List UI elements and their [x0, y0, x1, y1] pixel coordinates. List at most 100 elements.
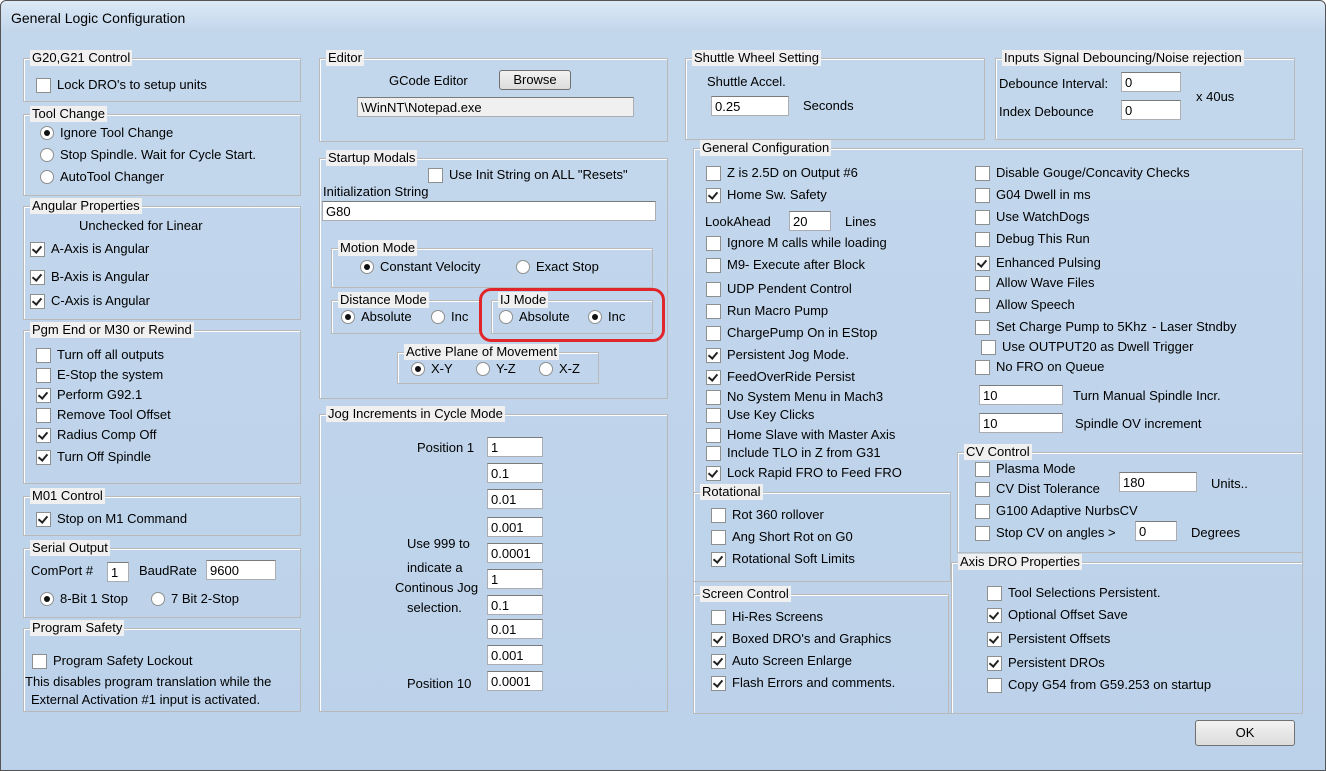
checkbox-indicator[interactable] [706, 303, 721, 319]
checkbox-turn-off-all-outputs[interactable]: Turn off all outputs [36, 347, 164, 363]
radio-indicator[interactable] [431, 310, 445, 324]
radio-inc[interactable]: Inc [431, 309, 468, 325]
checkbox-stop-cv-on-angles[interactable]: Stop CV on angles > [975, 525, 1116, 541]
checkbox-indicator[interactable] [981, 339, 996, 355]
checkbox-lock-dro-s-to-setup-units[interactable]: Lock DRO's to setup units [36, 77, 207, 93]
checkbox-tool-selections-persistent[interactable]: Tool Selections Persistent. [987, 585, 1160, 601]
checkbox-indicator[interactable] [706, 281, 721, 297]
checkbox-home-slave-with-master-axis[interactable]: Home Slave with Master Axis [706, 427, 895, 443]
jog-increment-input-10[interactable]: 0.0001 [487, 671, 543, 691]
checkbox-plasma-mode[interactable]: Plasma Mode [975, 461, 1075, 477]
checkbox-ignore-m-calls-while-loading[interactable]: Ignore M calls while loading [706, 235, 887, 251]
checkbox-persistent-jog-mode[interactable]: Persistent Jog Mode. [706, 347, 849, 363]
checkbox-indicator[interactable] [706, 347, 721, 363]
checkbox-indicator[interactable] [711, 631, 726, 647]
browse-button[interactable]: Browse [499, 70, 571, 90]
spindle-ov-input[interactable]: 10 [979, 413, 1063, 433]
checkbox-set-charge-pump-to-5khz[interactable]: Set Charge Pump to 5Khz [975, 319, 1147, 335]
radio-autotool-changer[interactable]: AutoTool Changer [40, 169, 164, 185]
checkbox-indicator[interactable] [975, 525, 990, 541]
jog-increment-input-1[interactable]: 1 [487, 437, 543, 457]
radio-indicator[interactable] [151, 592, 165, 606]
checkbox-turn-off-spindle[interactable]: Turn Off Spindle [36, 449, 151, 465]
checkbox-indicator[interactable] [711, 675, 726, 691]
checkbox-boxed-dro-s-and-graphics[interactable]: Boxed DRO's and Graphics [711, 631, 891, 647]
jog-increment-input-6[interactable]: 1 [487, 569, 543, 589]
checkbox-enhanced-pulsing[interactable]: Enhanced Pulsing [975, 255, 1101, 271]
checkbox-persistent-dros[interactable]: Persistent DROs [987, 655, 1105, 671]
checkbox-auto-screen-enlarge[interactable]: Auto Screen Enlarge [711, 653, 852, 669]
checkbox-indicator[interactable] [975, 231, 990, 247]
radio-indicator[interactable] [411, 362, 425, 376]
jog-increment-input-8[interactable]: 0.01 [487, 619, 543, 639]
checkbox-c-axis-is-angular[interactable]: C-Axis is Angular [30, 293, 150, 309]
checkbox-indicator[interactable] [975, 481, 990, 497]
checkbox-feedoverride-persist[interactable]: FeedOverRide Persist [706, 369, 855, 385]
checkbox-radius-comp-off[interactable]: Radius Comp Off [36, 427, 156, 443]
checkbox-indicator[interactable] [975, 461, 990, 477]
shuttle-accel-input[interactable]: 0.25 [711, 96, 789, 116]
checkbox-indicator[interactable] [706, 445, 721, 461]
checkbox-home-sw-safety[interactable]: Home Sw. Safety [706, 187, 827, 203]
checkbox-indicator[interactable] [706, 369, 721, 385]
checkbox-indicator[interactable] [975, 503, 990, 519]
checkbox-indicator[interactable] [706, 465, 721, 481]
checkbox-use-watchdogs[interactable]: Use WatchDogs [975, 209, 1089, 225]
checkbox-indicator[interactable] [706, 325, 721, 341]
checkbox-indicator[interactable] [706, 389, 721, 405]
jog-increment-input-4[interactable]: 0.001 [487, 517, 543, 537]
checkbox-indicator[interactable] [36, 387, 51, 403]
checkbox-indicator[interactable] [711, 653, 726, 669]
checkbox-disable-gouge-concavity-checks[interactable]: Disable Gouge/Concavity Checks [975, 165, 1190, 181]
checkbox-indicator[interactable] [975, 275, 990, 291]
checkbox-indicator[interactable] [30, 241, 45, 257]
checkbox-use-key-clicks[interactable]: Use Key Clicks [706, 407, 814, 423]
init-string-input[interactable]: G80 [322, 201, 656, 221]
radio-indicator[interactable] [341, 310, 355, 324]
checkbox-indicator[interactable] [975, 255, 990, 271]
checkbox-indicator[interactable] [975, 187, 990, 203]
cv-angle-input[interactable]: 0 [1135, 521, 1177, 541]
checkbox-indicator[interactable] [36, 449, 51, 465]
jog-increment-input-7[interactable]: 0.1 [487, 595, 543, 615]
radio-8-bit-1-stop[interactable]: 8-Bit 1 Stop [40, 591, 128, 607]
checkbox-b-axis-is-angular[interactable]: B-Axis is Angular [30, 269, 149, 285]
radio-x-y[interactable]: X-Y [411, 361, 453, 377]
checkbox-no-fro-on-queue[interactable]: No FRO on Queue [975, 359, 1104, 375]
checkbox-flash-errors-and-comments[interactable]: Flash Errors and comments. [711, 675, 895, 691]
checkbox-remove-tool-offset[interactable]: Remove Tool Offset [36, 407, 171, 423]
checkbox-indicator[interactable] [706, 187, 721, 203]
spindle-incr-input[interactable]: 10 [979, 385, 1063, 405]
checkbox-indicator[interactable] [975, 209, 990, 225]
checkbox-no-system-menu-in-mach3[interactable]: No System Menu in Mach3 [706, 389, 883, 405]
checkbox-perform-g92-1[interactable]: Perform G92.1 [36, 387, 142, 403]
checkbox-e-stop-the-system[interactable]: E-Stop the system [36, 367, 163, 383]
jog-increment-input-3[interactable]: 0.01 [487, 489, 543, 509]
cv-tolerance-input[interactable]: 180 [1119, 472, 1197, 492]
radio-stop-spindle-wait-for-cycle-start[interactable]: Stop Spindle. Wait for Cycle Start. [40, 147, 256, 163]
radio-indicator[interactable] [40, 170, 54, 184]
checkbox-indicator[interactable] [36, 367, 51, 383]
checkbox-g04-dwell-in-ms[interactable]: G04 Dwell in ms [975, 187, 1091, 203]
checkbox-chargepump-on-in-estop[interactable]: ChargePump On in EStop [706, 325, 877, 341]
checkbox-allow-speech[interactable]: Allow Speech [975, 297, 1075, 313]
checkbox-cv-dist-tolerance[interactable]: CV Dist Tolerance [975, 481, 1100, 497]
radio-7-bit-2-stop[interactable]: 7 Bit 2-Stop [151, 591, 239, 607]
checkbox-a-axis-is-angular[interactable]: A-Axis is Angular [30, 241, 149, 257]
editor-path-field[interactable]: \WinNT\Notepad.exe [357, 97, 634, 117]
checkbox-persistent-offsets[interactable]: Persistent Offsets [987, 631, 1110, 647]
checkbox-rotational-soft-limits[interactable]: Rotational Soft Limits [711, 551, 855, 567]
checkbox-use-init-string-on-all-resets[interactable]: Use Init String on ALL "Resets" [428, 167, 628, 183]
checkbox-include-tlo-in-z-from-g31[interactable]: Include TLO in Z from G31 [706, 445, 881, 461]
checkbox-indicator[interactable] [706, 257, 721, 273]
checkbox-indicator[interactable] [711, 551, 726, 567]
radio-indicator[interactable] [539, 362, 553, 376]
checkbox-indicator[interactable] [706, 407, 721, 423]
lookahead-input[interactable]: 20 [789, 211, 831, 231]
radio-indicator[interactable] [40, 126, 54, 140]
checkbox-indicator[interactable] [987, 631, 1002, 647]
checkbox-indicator[interactable] [30, 269, 45, 285]
jog-increment-input-2[interactable]: 0.1 [487, 463, 543, 483]
checkbox-lock-rapid-fro-to-feed-fro[interactable]: Lock Rapid FRO to Feed FRO [706, 465, 902, 481]
checkbox-indicator[interactable] [36, 427, 51, 443]
